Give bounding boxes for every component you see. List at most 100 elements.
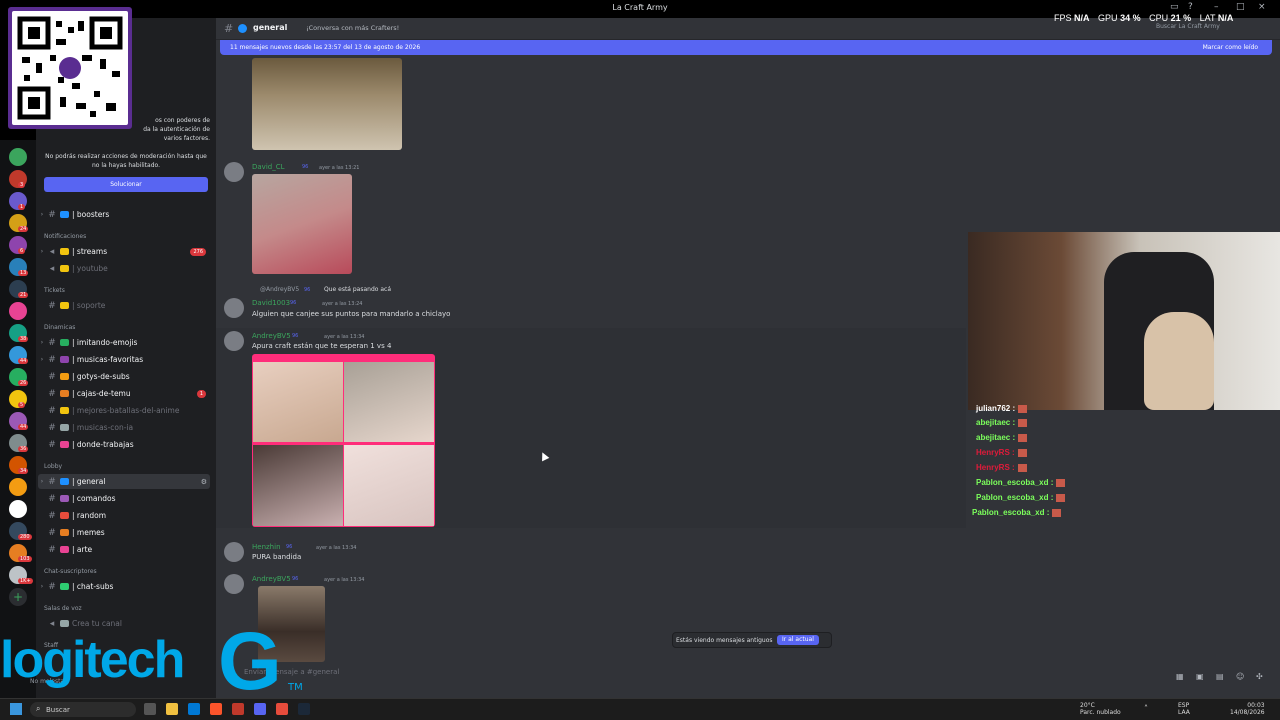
avatar[interactable] [224, 298, 244, 318]
chat-line: julian762 : [976, 404, 1028, 413]
server-icon[interactable] [9, 148, 27, 166]
channel-streams[interactable]: › ◂ | streams 276 [38, 244, 210, 259]
swords-icon [60, 407, 69, 414]
language-indicator[interactable]: ESP LAA [1178, 702, 1190, 716]
chevron-right-icon: › [40, 248, 44, 255]
maximize-icon[interactable]: □ [1236, 2, 1245, 12]
globe-icon [60, 478, 69, 485]
channel-mejores-batallas[interactable]: # | mejores-batallas-del-anime [38, 403, 210, 418]
username[interactable]: David_CL [252, 163, 285, 171]
jump-to-present-button[interactable]: Ir al actual [777, 635, 819, 645]
reply-user[interactable]: @AndreyBV5 [260, 286, 299, 293]
inbox-icon[interactable]: ▭ [1170, 2, 1179, 12]
server-icon[interactable] [9, 500, 27, 518]
message-image[interactable] [252, 354, 435, 527]
steam-icon[interactable] [298, 703, 310, 715]
apps-icon[interactable]: ✣ [1256, 672, 1263, 681]
diamond-icon [60, 211, 69, 218]
avatar[interactable] [224, 162, 244, 182]
channel-gotys-de-subs[interactable]: # | gotys-de-subs [38, 369, 210, 384]
channel-settings-icon[interactable]: ⚙ [201, 478, 207, 486]
channel-soporte[interactable]: # | soporte [38, 298, 210, 313]
channel-label: | gotys-de-subs [72, 372, 130, 381]
category-tickets[interactable]: Tickets [44, 287, 65, 294]
channel-memes[interactable]: # | memes [38, 525, 210, 540]
windows-start-icon[interactable] [10, 703, 22, 715]
sticker-icon[interactable]: ▤ [1216, 672, 1224, 681]
mark-read-button[interactable]: Marcar como leído [1203, 44, 1258, 51]
minimize-icon[interactable]: – [1214, 2, 1219, 12]
gift-icon[interactable]: ▦ [1176, 672, 1184, 681]
message-text: PURA bandida [252, 553, 302, 561]
brave-icon[interactable] [210, 703, 222, 715]
channel-label: | memes [72, 528, 105, 537]
close-icon[interactable]: × [1258, 2, 1266, 12]
channel-label: | soporte [72, 301, 106, 310]
hash-icon: # [48, 300, 56, 311]
category-chat-suscriptores[interactable]: Chat-suscriptores [44, 568, 97, 575]
file-explorer-icon[interactable] [166, 703, 178, 715]
username[interactable]: Henzhin [252, 543, 281, 551]
gpu-label: GPU [1098, 13, 1118, 23]
perf-overlay: FPS N/A GPU 34 % CPU 21 % LAT N/A [1054, 13, 1233, 23]
emoji-icon[interactable]: ☺ [1236, 672, 1244, 681]
level-badge: 96 [304, 287, 311, 293]
category-dinamicas[interactable]: Dinamicas [44, 324, 75, 331]
trophy-icon [60, 373, 69, 380]
channel-musicas-con-ia[interactable]: # | musicas-con-ia [38, 420, 210, 435]
category-notificaciones[interactable]: Notificaciones [44, 233, 86, 240]
server-badge: 103 [18, 556, 32, 562]
message-image[interactable] [252, 174, 352, 274]
category-salas-de-voz[interactable]: Salas de voz [44, 605, 82, 612]
app-icon[interactable] [232, 703, 244, 715]
channel-general[interactable]: › # | general ⚙ [38, 474, 210, 489]
laugh-icon [60, 529, 69, 536]
category-lobby[interactable]: Lobby [44, 463, 62, 470]
search-input[interactable]: Buscar La Craft Army [1156, 23, 1220, 30]
discord-icon[interactable] [254, 703, 266, 715]
channel-imitando-emojis[interactable]: › # | imitando-emojis [38, 335, 210, 350]
taskbar-search[interactable]: Buscar [30, 702, 136, 717]
task-view-icon[interactable] [144, 703, 156, 715]
new-messages-bar[interactable]: 11 mensajes nuevos desde las 23:57 del 1… [220, 40, 1272, 55]
message-text: Apura craft están que te esperan 1 vs 4 [252, 342, 392, 350]
avatar[interactable] [224, 331, 244, 351]
channel-arte[interactable]: # | arte [38, 542, 210, 557]
server-icon[interactable] [9, 302, 27, 320]
channel-musicas-favoritas[interactable]: › # | musicas-favoritas [38, 352, 210, 367]
channel-label: | random [72, 511, 106, 520]
hash-icon: # [224, 22, 234, 35]
weather-widget[interactable]: 20°C Parc. nublado [1080, 702, 1121, 716]
clock[interactable]: 00:03 14/08/2026 [1230, 702, 1265, 716]
app-icon[interactable] [276, 703, 288, 715]
avatar[interactable] [224, 574, 244, 594]
username[interactable]: AndreyBV5 [252, 575, 291, 583]
level-badge: 96 [292, 576, 299, 582]
help-icon[interactable]: ? [1188, 2, 1193, 12]
level-badge: 96 [290, 300, 297, 306]
channel-cajas-de-temu[interactable]: # | cajas-de-temu 1 [38, 386, 210, 401]
channel-comandos[interactable]: # | comandos [38, 491, 210, 506]
cpu-value: 21 % [1170, 13, 1192, 23]
chevron-up-icon[interactable]: ˄ [1144, 704, 1148, 713]
chat-line: Pablon_escoba_xd : [976, 478, 1066, 487]
fix-button[interactable]: Solucionar [44, 177, 208, 192]
channel-topic: ¡Conversa con más Crafters! [306, 24, 400, 32]
username[interactable]: AndreyBV5 [252, 332, 291, 340]
channel-youtube[interactable]: ◂ | youtube [38, 261, 210, 276]
message-input[interactable]: Enviar mensaje a #general [244, 668, 1272, 686]
store-icon[interactable] [188, 703, 200, 715]
message-image[interactable] [252, 58, 402, 150]
channel-chat-subs[interactable]: › # | chat-subs [38, 579, 210, 594]
globe-icon [238, 24, 247, 33]
channel-label: | youtube [72, 264, 108, 273]
add-server-icon[interactable]: + [9, 588, 27, 606]
server-icon[interactable] [9, 478, 27, 496]
channel-boosters[interactable]: › # | boosters [38, 207, 210, 222]
avatar[interactable] [224, 542, 244, 562]
gif-icon[interactable]: ▣ [1196, 672, 1204, 681]
username[interactable]: David1003 [252, 299, 290, 307]
channel-random[interactable]: # | random [38, 508, 210, 523]
channel-donde-trabajas[interactable]: # | donde-trabajas [38, 437, 210, 452]
chat-line: abejitaec : [976, 433, 1028, 442]
